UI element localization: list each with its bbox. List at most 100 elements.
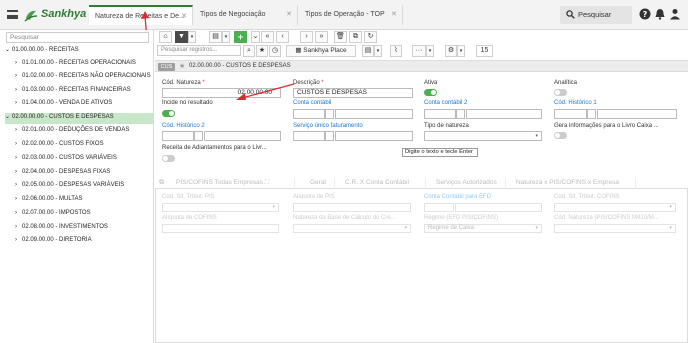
- cst-pis-select[interactable]: ▾: [162, 203, 279, 212]
- expand-icon[interactable]: ⛶: [265, 179, 270, 186]
- filter-button[interactable]: ▼: [175, 31, 188, 43]
- cod-historico2-code[interactable]: [162, 131, 194, 141]
- analitica-toggle[interactable]: [554, 89, 567, 96]
- descricao-field[interactable]: CUSTOS E DESPESAS: [293, 88, 413, 98]
- conta-efd-code[interactable]: [424, 203, 454, 212]
- tree-item[interactable]: › 01.04.00.00 - VENDA DE ATIVOS: [15, 100, 112, 111]
- sidebar-search-input[interactable]: Pesquisar: [6, 32, 149, 43]
- aliq-cofins-field[interactable]: [162, 224, 279, 233]
- tab-piscofins-todas[interactable]: PIS/COFINS Todas Empresas ⛶: [171, 177, 295, 189]
- tipo-natureza-select[interactable]: ▾: [424, 131, 542, 141]
- tab-tipos-negociacao[interactable]: Tipos de Negociação ✕: [194, 5, 298, 25]
- conta-contabil-desc[interactable]: [335, 109, 413, 119]
- tree-item[interactable]: › 02.03.00.00 - CUSTOS VARIÁVEIS: [15, 155, 117, 166]
- chevron-right-icon[interactable]: ›: [15, 182, 22, 188]
- sankhya-place-button[interactable]: ▦ Sankhya Place: [286, 45, 356, 57]
- tree-item[interactable]: › 02.08.00.00 - INVESTIMENTOS: [15, 224, 108, 235]
- tree-item[interactable]: › 02.02.00.00 - CUSTOS FIXOS: [15, 141, 104, 152]
- chevron-down-icon[interactable]: ⌄: [251, 31, 260, 43]
- more-options-icon[interactable]: ···: [412, 45, 426, 57]
- search-icon[interactable]: ⌕: [243, 45, 255, 57]
- search-icon[interactable]: [456, 109, 465, 119]
- tree-item[interactable]: › 01.03.00.00 - RECEITAS FINANCEIRAS: [15, 87, 131, 98]
- tab-tipos-operacao[interactable]: Tipos de Operação - TOP ✕: [299, 5, 403, 25]
- help-icon[interactable]: ?: [639, 8, 651, 20]
- chevron-down-icon[interactable]: ⌄: [5, 113, 12, 120]
- cod-historico2-desc[interactable]: [204, 131, 281, 141]
- document-icon[interactable]: ▤: [362, 45, 374, 57]
- chevron-right-icon[interactable]: ›: [15, 224, 22, 230]
- search-icon[interactable]: [325, 109, 334, 119]
- copy-icon[interactable]: ⧉: [159, 179, 164, 187]
- user-icon[interactable]: [669, 8, 681, 20]
- tab-servicos-autorizados[interactable]: Serviços Autorizados: [431, 177, 506, 189]
- previous-record-button[interactable]: ‹: [276, 31, 289, 43]
- star-icon[interactable]: ★: [179, 62, 185, 70]
- chevron-right-icon[interactable]: ›: [15, 60, 22, 66]
- tree-item[interactable]: › 02.01.00.00 - DEDUÇÕES DE VENDAS: [15, 127, 129, 138]
- first-record-button[interactable]: «: [261, 31, 274, 43]
- tree-item[interactable]: › 01.01.00.00 - RECEITAS OPERACIONAIS: [15, 60, 136, 71]
- conta-contabil-code[interactable]: [293, 109, 325, 119]
- search-icon[interactable]: [325, 131, 334, 141]
- search-icon[interactable]: [587, 109, 596, 119]
- tree-item[interactable]: › 02.05.00.00 - DESPESAS VARIÁVEIS: [15, 182, 124, 193]
- tree-item[interactable]: › 02.09.00.00 - DIRETORIA: [15, 237, 92, 248]
- tab-geral[interactable]: Geral: [305, 177, 335, 189]
- chevron-right-icon[interactable]: ›: [15, 73, 22, 79]
- chevron-right-icon[interactable]: ›: [15, 169, 22, 175]
- conta-contabil2-desc[interactable]: [466, 109, 542, 119]
- view-dropdown-icon[interactable]: ▾: [222, 31, 230, 43]
- gear-dropdown-icon[interactable]: ▾: [457, 45, 465, 57]
- tree-item-receitas[interactable]: ⌄ 01.00.00.00 - RECEITAS: [5, 46, 153, 57]
- tree-item-custos-despesas[interactable]: ⌄ 02.00.00.00 - CUSTOS E DESPESAS: [5, 113, 153, 124]
- tree-item[interactable]: › 02.06.00.00 - MULTAS: [15, 196, 82, 207]
- close-icon[interactable]: ✕: [181, 7, 187, 27]
- delete-icon[interactable]: 🗑: [334, 31, 347, 43]
- servico-code[interactable]: [293, 131, 325, 141]
- conta-contabil2-code[interactable]: [424, 109, 456, 119]
- tree-item[interactable]: › 02.04.00.00 - DESPESAS FIXAS: [15, 169, 110, 180]
- chevron-right-icon[interactable]: ›: [15, 237, 22, 243]
- notifications-icon[interactable]: [654, 8, 666, 20]
- next-record-button[interactable]: ›: [300, 31, 313, 43]
- incide-toggle[interactable]: [162, 110, 175, 117]
- conta-efd-desc[interactable]: [455, 203, 542, 212]
- servico-desc[interactable]: [335, 131, 413, 141]
- close-icon[interactable]: ✕: [391, 5, 397, 25]
- regime-select[interactable]: Regime de Caixa ▾: [424, 224, 542, 233]
- chevron-right-icon[interactable]: ›: [15, 127, 22, 133]
- receita-adiant-toggle[interactable]: [162, 155, 175, 162]
- more-dropdown-icon[interactable]: ▾: [426, 45, 434, 57]
- document-dropdown-icon[interactable]: ▾: [374, 45, 382, 57]
- close-icon[interactable]: ✕: [286, 5, 292, 25]
- global-search[interactable]: Pesquisar: [560, 6, 632, 24]
- gear-icon[interactable]: ⚙: [445, 45, 457, 57]
- cod-historico1-desc[interactable]: [597, 109, 677, 119]
- cod-natureza-m-select[interactable]: ▾: [554, 224, 676, 233]
- chevron-right-icon[interactable]: ›: [15, 196, 22, 202]
- clock-icon[interactable]: ◷: [269, 45, 281, 57]
- tab-cr-conta-contabil[interactable]: C.R. X Conta Contábil: [340, 177, 426, 189]
- chevron-right-icon[interactable]: ›: [15, 155, 22, 161]
- home-button[interactable]: ⌂: [159, 31, 172, 43]
- attachment-icon[interactable]: ⌇: [390, 45, 402, 57]
- natureza-base-select[interactable]: ▾: [293, 224, 411, 233]
- chevron-right-icon[interactable]: ›: [15, 100, 22, 106]
- tab-natureza-piscofins-empresa[interactable]: Natureza x PIS/COFINS x Empresa: [511, 177, 636, 189]
- copy-icon[interactable]: ⧉: [349, 31, 362, 43]
- chevron-right-icon[interactable]: ›: [15, 210, 22, 216]
- grid-view-button[interactable]: ▤: [209, 31, 222, 43]
- filter-dropdown-icon[interactable]: ▾: [188, 31, 196, 43]
- chevron-right-icon[interactable]: ›: [15, 87, 22, 93]
- cst-cofins-select[interactable]: ▾: [554, 203, 676, 212]
- menu-icon[interactable]: [7, 10, 18, 19]
- tree-item[interactable]: › 01.02.00.00 - RECEITAS NÃO OPERACIONAIS: [15, 73, 151, 84]
- ativa-toggle[interactable]: [424, 89, 437, 96]
- star-icon[interactable]: ★: [256, 45, 268, 57]
- chevron-down-icon[interactable]: ⌄: [5, 46, 12, 53]
- search-icon[interactable]: [194, 131, 203, 141]
- last-record-button[interactable]: »: [315, 31, 328, 43]
- tree-item[interactable]: › 02.07.00.00 - IMPOSTOS: [15, 210, 91, 221]
- page-size-field[interactable]: 15: [476, 45, 493, 57]
